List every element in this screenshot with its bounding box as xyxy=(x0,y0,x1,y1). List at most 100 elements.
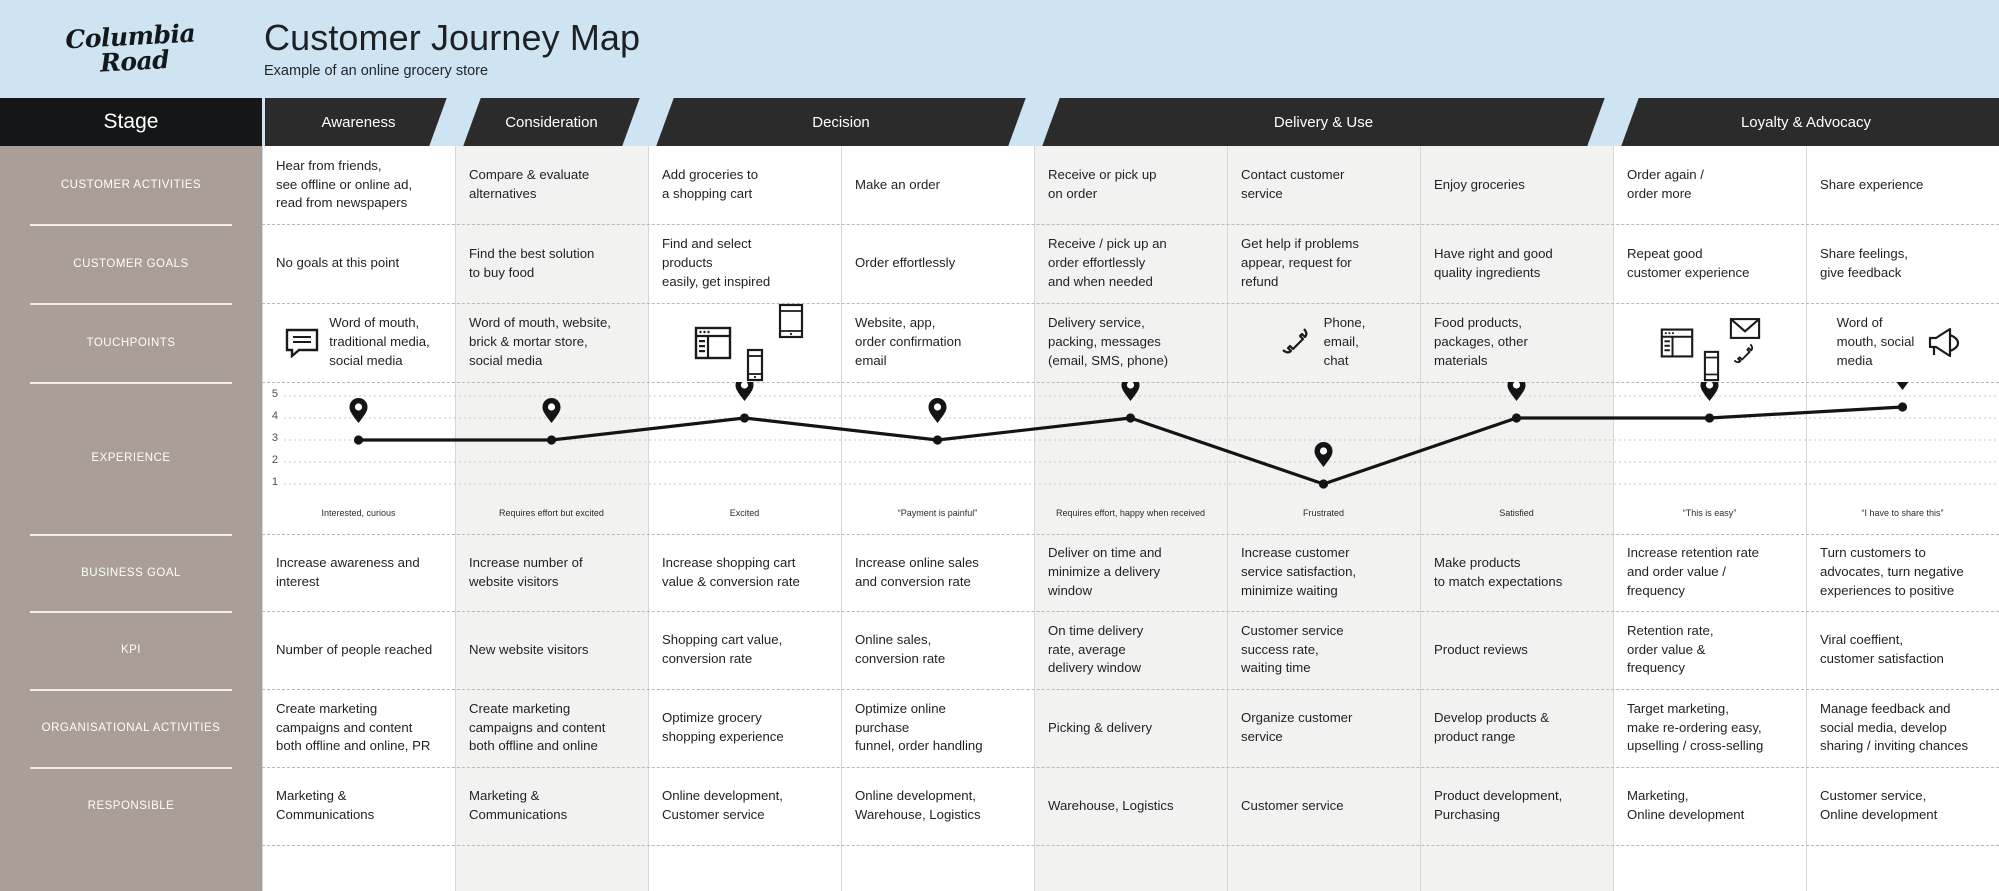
cell-text: Receive or pick up on order xyxy=(1048,167,1157,201)
cell-text: Develop products & product range xyxy=(1434,710,1550,744)
cell-text: Create marketing campaigns and content b… xyxy=(276,700,431,754)
cell-organisational-activities: Manage feedback and social media, develo… xyxy=(1806,689,1999,767)
cell-organisational-activities: Create marketing campaigns and content b… xyxy=(455,689,648,767)
cell-customer-activities: Receive or pick up on order xyxy=(1034,146,1227,224)
cell-responsible: Marketing & Communications xyxy=(455,767,648,845)
cell-text: Optimize online purchase funnel, order h… xyxy=(855,700,983,754)
sidebar-item-business-goal[interactable]: BUSINESS GOAL xyxy=(0,534,262,611)
page-title: Customer Journey Map xyxy=(264,17,641,59)
cell-text: Find and select products easily, get ins… xyxy=(662,236,771,289)
cell-organisational-activities: Optimize grocery shopping experience xyxy=(648,689,841,767)
cell-text: Hear from friends, see offline or online… xyxy=(276,157,413,211)
cell-customer-goals: Share feelings, give feedback xyxy=(1806,224,1999,303)
experience-point-label: Requires effort, happy when received xyxy=(1056,508,1205,518)
stage-item-awareness[interactable]: Awareness xyxy=(262,98,455,146)
cell-touchpoints: Food products, packages, other materials xyxy=(1420,303,1613,382)
sidebar-item-label: RESPONSIBLE xyxy=(87,800,175,812)
cell-text: Contact customer service xyxy=(1241,167,1345,201)
stage-item-decision[interactable]: Decision xyxy=(648,98,1034,146)
cell-kpi: Shopping cart value, conversion rate xyxy=(648,611,841,689)
cell-text: Share feelings, give feedback xyxy=(1820,245,1908,280)
experience-point-label: Excited xyxy=(729,508,760,518)
sidebar-item-organisational-activities[interactable]: ORGANISATIONAL ACTIVITIES xyxy=(0,689,262,767)
mobile-phone-icon xyxy=(746,348,763,382)
sidebar-item-customer-activities[interactable]: CUSTOMER ACTIVITIES xyxy=(0,146,262,224)
cell-text: Increase customer service satisfaction, … xyxy=(1241,545,1357,598)
cell-text: Make an order xyxy=(855,176,941,192)
stage-bar: Stage Awareness Consideration Decision D… xyxy=(0,98,1999,146)
cell-text: Warehouse, Logistics xyxy=(1048,797,1174,813)
experience-point-label: “This is easy” xyxy=(1682,508,1737,518)
cell-customer-goals: No goals at this point xyxy=(262,224,455,303)
stage-item-label: Decision xyxy=(812,113,870,131)
sidebar-item-responsible[interactable]: RESPONSIBLE xyxy=(0,767,262,845)
cell-text: Online development, Customer service xyxy=(662,788,783,822)
row-label-sidebar: CUSTOMER ACTIVITIES CUSTOMER GOALS TOUCH… xyxy=(0,146,262,891)
cell-text: Make products to match expectations xyxy=(1434,554,1563,589)
cell-customer-activities: Compare & evaluate alternatives xyxy=(455,146,648,224)
cell-responsible: Customer service, Online development xyxy=(1806,767,1999,845)
cell-customer-goals: Repeat good customer experience xyxy=(1613,224,1806,303)
cell-text: Online development, Warehouse, Logistics xyxy=(855,788,981,822)
sidebar-item-touchpoints[interactable]: TOUCHPOINTS xyxy=(0,303,262,382)
cell-text: New website visitors xyxy=(469,641,589,657)
header-text-block: Customer Journey Map Example of an onlin… xyxy=(262,19,640,79)
stage-item-delivery-use[interactable]: Delivery & Use xyxy=(1034,98,1613,146)
cell-touchpoints: Word of mouth, social media xyxy=(1806,303,1999,382)
chart-points xyxy=(353,402,1908,489)
chart-pin-markers xyxy=(349,382,1909,467)
cell-organisational-activities: Target marketing, make re-ordering easy,… xyxy=(1613,689,1806,767)
cell-text: Retention rate, order value & frequency xyxy=(1627,622,1714,676)
stage-item-label: Awareness xyxy=(321,113,396,131)
cell-business-goal: Increase retention rate and order value … xyxy=(1613,534,1806,611)
y-axis-tick-1: 1 xyxy=(271,476,278,488)
experience-point-label: Frustrated xyxy=(1302,508,1344,518)
cell-text: Add groceries to a shopping cart xyxy=(662,167,759,201)
cell-customer-activities: Order again / order more xyxy=(1613,146,1806,224)
cell-organisational-activities: Optimize online purchase funnel, order h… xyxy=(841,689,1034,767)
stage-item-consideration[interactable]: Consideration xyxy=(455,98,648,146)
telephone-handset-icon xyxy=(1281,327,1308,353)
cell-touchpoints xyxy=(1613,303,1806,382)
cell-kpi: Retention rate, order value & frequency xyxy=(1613,611,1806,689)
sidebar-item-customer-goals[interactable]: CUSTOMER GOALS xyxy=(0,224,262,303)
sidebar-item-label: KPI xyxy=(120,644,142,656)
sidebar-item-label: EXPERIENCE xyxy=(91,452,171,464)
cell-text: Create marketing campaigns and content b… xyxy=(469,700,606,754)
tablet-icon xyxy=(778,303,803,339)
stage-divider xyxy=(262,98,265,146)
cell-touchpoints: Word of mouth, traditional media, social… xyxy=(262,303,455,382)
sidebar-item-label: BUSINESS GOAL xyxy=(81,566,181,579)
cell-text: Word of mouth, traditional media, social… xyxy=(329,315,430,368)
cell-text: Word of mouth, website, brick & mortar s… xyxy=(469,315,611,368)
cell-text: Phone, email, chat xyxy=(1323,315,1366,368)
cell-text: Product development, Purchasing xyxy=(1434,788,1563,822)
cell-text: Have right and good quality ingredients xyxy=(1434,245,1553,280)
cell-business-goal: Deliver on time and minimize a delivery … xyxy=(1034,534,1227,611)
cell-kpi: New website visitors xyxy=(455,611,648,689)
stage-item-loyalty-advocacy[interactable]: Loyalty & Advocacy xyxy=(1613,98,1999,146)
y-axis-tick-5: 5 xyxy=(271,388,278,400)
cell-text: Word of mouth, social media xyxy=(1836,315,1915,368)
cell-kpi: Customer service success rate, waiting t… xyxy=(1227,611,1420,689)
cell-customer-activities: Hear from friends, see offline or online… xyxy=(262,146,455,224)
cell-text: Marketing & Communications xyxy=(276,788,375,822)
cell-text: Enjoy groceries xyxy=(1434,176,1525,192)
cell-business-goal: Increase awareness and interest xyxy=(262,534,455,611)
journey-map-page: Columbia Road Customer Journey Map Examp… xyxy=(0,0,1999,891)
cell-text: Online sales, conversion rate xyxy=(855,632,946,666)
stage-item-label: Delivery & Use xyxy=(1273,113,1374,131)
sidebar-item-experience[interactable]: EXPERIENCE xyxy=(0,382,262,534)
cell-text: Optimize grocery shopping experience xyxy=(662,710,784,744)
cell-business-goal: Turn customers to advocates, turn negati… xyxy=(1806,534,1999,611)
cell-business-goal: Make products to match expectations xyxy=(1420,534,1613,611)
stage-label-text: Stage xyxy=(103,110,159,133)
row-separator xyxy=(262,845,1999,846)
cell-text: Receive / pick up an order effortlessly … xyxy=(1048,236,1167,289)
sidebar-item-kpi[interactable]: KPI xyxy=(0,611,262,689)
cell-customer-goals: Have right and good quality ingredients xyxy=(1420,224,1613,303)
page-header: Columbia Road Customer Journey Map Examp… xyxy=(0,0,1999,98)
cell-business-goal: Increase number of website visitors xyxy=(455,534,648,611)
cell-text: Compare & evaluate alternatives xyxy=(469,167,590,201)
experience-point-label: Satisfied xyxy=(1499,508,1534,518)
